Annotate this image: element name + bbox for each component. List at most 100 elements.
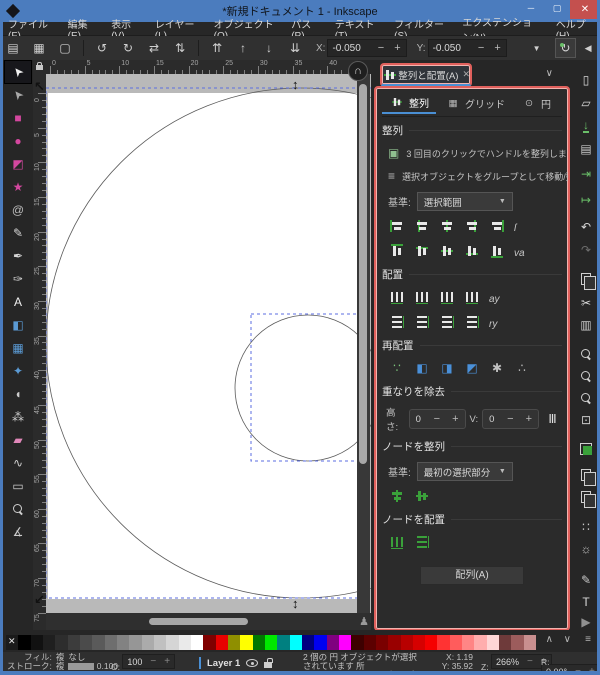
swatch-25[interactable] [314, 635, 327, 650]
save-icon[interactable]: ↓ [574, 116, 597, 136]
selector-tool[interactable]: ➤ [4, 60, 32, 84]
align-right-to-anchor-left-button[interactable] [386, 216, 408, 236]
dialog-tab-align-distribute[interactable]: 整列と配置(A) ✕ [380, 63, 472, 87]
zoom-center-icon[interactable]: ⊡ [574, 410, 597, 430]
horizontal-ruler[interactable]: 051015202530354045 [46, 60, 358, 74]
swatch-18[interactable] [227, 635, 241, 650]
node-tool[interactable]: ➤ [5, 84, 31, 106]
open-document-icon[interactable]: ▱ [574, 93, 597, 113]
swatch-1[interactable] [18, 635, 31, 650]
align-top-edges-button[interactable] [411, 241, 433, 261]
spiral-tool[interactable]: @ [5, 199, 31, 221]
align-bottom-to-anchor-top-button[interactable] [386, 241, 408, 261]
swatch-38[interactable] [474, 635, 487, 650]
swatch-16[interactable] [203, 635, 216, 650]
swatch-10[interactable] [129, 635, 142, 650]
lower-to-bottom-button[interactable]: ⇊ [284, 38, 306, 58]
distribute-centers-v-button[interactable] [411, 312, 433, 332]
snap-controls-button[interactable]: ↻ [554, 38, 577, 58]
dialog-list-chevron-icon[interactable]: ∨ [546, 68, 553, 79]
swatch-30[interactable] [375, 635, 389, 650]
swatch-28[interactable] [351, 635, 364, 650]
scale-handle-bottom-center[interactable]: ↕ [292, 597, 299, 610]
vertical-scrollbar-track[interactable] [357, 74, 370, 613]
dialog-tab-close-icon[interactable]: ✕ [462, 69, 470, 80]
new-document-icon[interactable]: ▯ [574, 70, 597, 90]
swatch-none[interactable] [6, 635, 19, 650]
exchange-in-selection-order-button[interactable]: ◧ [411, 358, 433, 378]
swatch-6[interactable] [79, 635, 93, 650]
select-all-button[interactable]: ▤ [3, 38, 24, 58]
swatch-37[interactable] [462, 635, 475, 650]
star-tool[interactable]: ★ [5, 176, 31, 198]
rotation-value[interactable]: 0.00° [542, 667, 571, 672]
toolbar-collapse-icon[interactable]: ◀ [578, 38, 597, 58]
overlap-v-plus-button[interactable]: + [520, 413, 538, 425]
swatch-35[interactable] [437, 635, 450, 650]
center-horizontal-axis-button[interactable] [436, 241, 458, 261]
layer-lock-icon[interactable] [264, 657, 274, 668]
swatch-5[interactable] [67, 635, 80, 650]
rotation-minus-button[interactable]: − [571, 666, 585, 671]
undo-icon[interactable]: ↶ [574, 217, 597, 237]
redo-icon[interactable]: ↷ [574, 240, 597, 260]
scale-handle-bottom-left[interactable]: ↙ [34, 593, 45, 606]
rotate-cw-button[interactable]: ↻ [117, 38, 139, 58]
snap-toggle-button[interactable]: ∩ [348, 61, 368, 81]
distribute-nodes-horizontal-button[interactable] [386, 532, 408, 552]
pages-tool[interactable]: ▭ [5, 475, 31, 497]
align-left-edges-button[interactable] [411, 216, 433, 236]
toolbar-dropdown-icon[interactable]: ▼ [527, 38, 547, 58]
x-value[interactable]: -0.050 [328, 43, 372, 54]
x-plus-button[interactable]: + [389, 42, 405, 54]
rotation-control[interactable]: R: 0.00° − + [541, 652, 597, 671]
distribute-equal-gaps-h-button[interactable] [461, 287, 483, 307]
swatch-11[interactable] [141, 635, 154, 650]
dropper-tool[interactable]: ✦ [5, 360, 31, 382]
swatch-36[interactable] [449, 635, 463, 650]
raise-to-top-button[interactable]: ⇈ [206, 38, 228, 58]
swatch-17[interactable] [215, 635, 228, 650]
swatch-19[interactable] [240, 635, 253, 650]
raise-button[interactable]: ↑ [232, 38, 254, 58]
vertical-ruler[interactable]: 0 5 10 15 20 25 30 35 40 45 50 55 60 65 70 75 [33, 74, 46, 630]
zoom-page-icon[interactable] [574, 388, 597, 408]
connector-tool[interactable]: ∿ [5, 452, 31, 474]
swatch-24[interactable] [301, 635, 315, 650]
deselect-button[interactable]: ▢ [54, 38, 76, 58]
distribute-top-edges-button[interactable] [386, 312, 408, 332]
ruler-corner[interactable] [33, 60, 46, 74]
node-relative-to-dropdown[interactable]: 最初の選択部分 ▼ [416, 462, 513, 481]
swatch-33[interactable] [412, 635, 426, 650]
overlap-h-minus-button[interactable]: − [428, 413, 446, 425]
distribute-left-edges-button[interactable] [386, 287, 408, 307]
swatch-21[interactable] [264, 635, 278, 650]
opacity-plus-button[interactable]: + [160, 656, 174, 667]
overlap-v-minus-button[interactable]: − [501, 413, 519, 425]
rectangle-tool[interactable]: ■ [5, 107, 31, 129]
swatch-32[interactable] [400, 635, 413, 650]
palette-scroll-up-icon[interactable]: ∧ [546, 634, 553, 645]
y-spinner[interactable]: -0.050 − + [427, 39, 507, 57]
swatch-13[interactable] [166, 635, 179, 650]
distribute-right-edges-button[interactable] [436, 287, 458, 307]
text-font-icon[interactable]: T [574, 592, 597, 612]
align-text-vertical-button[interactable]: va [511, 241, 533, 261]
pencil-tool[interactable]: ✎ [5, 222, 31, 244]
paste-icon[interactable]: ▥ [574, 315, 597, 335]
swatch-26[interactable] [326, 635, 339, 650]
swatch-42[interactable] [523, 635, 537, 650]
vertical-scrollbar[interactable] [359, 84, 367, 464]
cut-icon[interactable]: ✂ [574, 293, 597, 313]
gradient-tool[interactable]: ◧ [5, 314, 31, 336]
zoom-tool[interactable] [5, 498, 31, 520]
flip-vertical-button[interactable]: ⇅ [169, 38, 191, 58]
distribute-bottom-edges-button[interactable] [436, 312, 458, 332]
layer-visibility-icon[interactable] [246, 659, 259, 667]
fill-stroke-indicator[interactable]: フィル: 複 なし ストローク: 複 0.100 [7, 652, 118, 671]
swatch-22[interactable] [277, 635, 290, 650]
pen-tool[interactable]: ✒ [5, 245, 31, 267]
dialog-tab-2[interactable]: ⊙ 円 [514, 92, 558, 114]
dock-expand-icon[interactable]: ▶ [574, 612, 597, 632]
symbols-icon[interactable]: ∷ [574, 517, 597, 537]
